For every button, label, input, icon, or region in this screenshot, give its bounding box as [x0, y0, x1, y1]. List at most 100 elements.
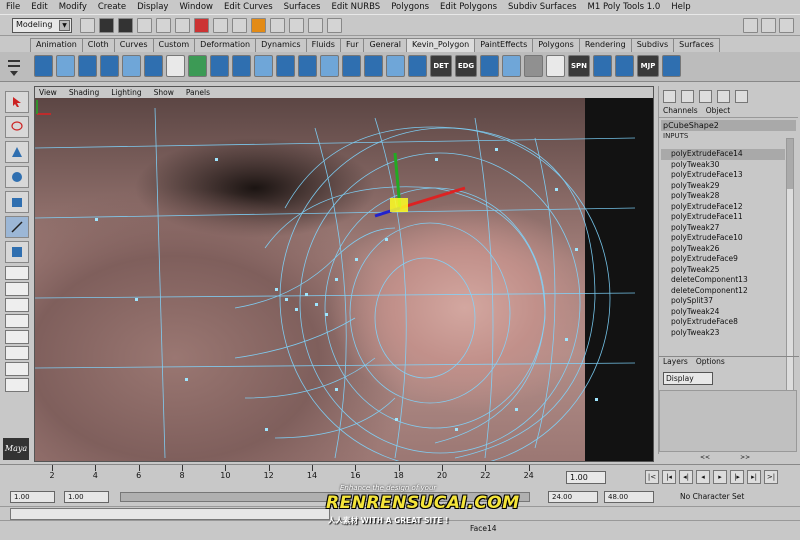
history-node-item[interactable]: polyTweak28	[661, 191, 785, 202]
history-node-item[interactable]: polyTweak27	[661, 223, 785, 234]
move-tool-icon[interactable]	[5, 141, 29, 163]
history-icon[interactable]	[270, 18, 285, 33]
shelf-tab-painteffects[interactable]: PaintEffects	[474, 38, 534, 52]
edg-shelf-button[interactable]: EDG	[455, 55, 477, 77]
lasso-tool-icon[interactable]	[5, 116, 29, 138]
merge-vertices-icon[interactable]	[188, 55, 207, 77]
average-vertices-icon[interactable]	[615, 55, 634, 77]
shelf-tab-cloth[interactable]: Cloth	[81, 38, 115, 52]
history-node-item[interactable]: polyExtrudeFace13	[661, 170, 785, 181]
shelf-tab-subdivs[interactable]: Subdivs	[630, 38, 675, 52]
shelf-tab-polygons[interactable]: Polygons	[532, 38, 580, 52]
end-time-field[interactable]: 48.00	[604, 491, 654, 503]
playback-button-6[interactable]: ▸|	[747, 470, 761, 484]
shelf-tab-fur[interactable]: Fur	[339, 38, 365, 52]
shelf-menu-icon[interactable]	[4, 57, 28, 79]
attribute-toggle-icon[interactable]	[699, 89, 712, 103]
menu-edit-nurbs[interactable]: Edit NURBS	[331, 2, 380, 12]
menu-edit-curves[interactable]: Edit Curves	[224, 2, 273, 12]
menu-create[interactable]: Create	[98, 2, 126, 12]
shelf-tab-animation[interactable]: Animation	[30, 38, 83, 52]
shelf-tab-general[interactable]: General	[363, 38, 408, 52]
layout-four-icon[interactable]	[5, 282, 29, 296]
append-polygon-icon[interactable]	[298, 55, 317, 77]
panel-menu-show[interactable]: Show	[154, 87, 174, 98]
playback-button-0[interactable]: |<	[645, 470, 659, 484]
menu-set-selector[interactable]: Modeling ▼	[12, 18, 72, 33]
smooth-icon[interactable]	[144, 55, 163, 77]
poly-plane-icon[interactable]	[34, 55, 53, 77]
shape-node-label[interactable]: pCubeShape2	[661, 120, 796, 131]
history-node-item[interactable]: polyTweak25	[661, 265, 785, 276]
extrude-edge-icon[interactable]	[100, 55, 119, 77]
history-node-item[interactable]: polyExtrudeFace9	[661, 254, 785, 265]
split-polygon-icon[interactable]	[122, 55, 141, 77]
menu-file[interactable]: File	[6, 2, 20, 12]
poke-faces-icon[interactable]	[502, 55, 521, 77]
menu-edit-polygons[interactable]: Edit Polygons	[440, 2, 497, 12]
mel-command-input[interactable]	[10, 508, 330, 520]
panel-menu-shading[interactable]: Shading	[69, 87, 99, 98]
attribute-editor-toggle-icon[interactable]	[743, 18, 758, 33]
object-menu[interactable]: Object	[706, 106, 730, 117]
history-node-item[interactable]: polyTweak30	[661, 160, 785, 171]
panel-menu-panels[interactable]: Panels	[186, 87, 210, 98]
cut-faces-icon[interactable]	[320, 55, 339, 77]
time-ruler[interactable]: 2 4 6 8 10 12 14 16 18 20 22 24	[30, 465, 560, 485]
lock-icon[interactable]	[717, 89, 730, 103]
select-by-component-icon[interactable]	[175, 18, 190, 33]
reverse-normals-icon[interactable]	[593, 55, 612, 77]
current-frame-field[interactable]: 1.00	[566, 471, 606, 484]
history-node-item[interactable]: polyExtrudeFace14	[661, 149, 785, 160]
mirror-icon[interactable]	[276, 55, 295, 77]
sculpt-tool-icon[interactable]	[524, 55, 543, 77]
shelf-tab-custom[interactable]: Custom	[152, 38, 196, 52]
scrollbar-thumb[interactable]	[787, 139, 793, 189]
playback-button-7[interactable]: >|	[764, 470, 778, 484]
panel-menu-view[interactable]: View	[39, 87, 57, 98]
collapse-icon[interactable]	[386, 55, 405, 77]
playback-button-3[interactable]: ◂	[696, 470, 710, 484]
ipr-render-icon[interactable]	[308, 18, 323, 33]
snap-to-curve-icon[interactable]	[213, 18, 228, 33]
start-time-field[interactable]: 1.00	[10, 491, 55, 503]
history-node-item[interactable]: polyTweak26	[661, 244, 785, 255]
blank-shelf-icon-2[interactable]	[546, 55, 565, 77]
collapse-left-button[interactable]: <<	[700, 454, 710, 464]
channel-box-scrollbar[interactable]	[786, 138, 794, 428]
playback-button-2[interactable]: ◂|	[679, 470, 693, 484]
select-by-object-icon[interactable]	[156, 18, 171, 33]
last-tool-icon[interactable]	[5, 241, 29, 263]
layers-menu[interactable]: Layers	[663, 357, 688, 368]
menu-help[interactable]: Help	[671, 2, 690, 12]
layer-editor-icon[interactable]	[681, 89, 694, 103]
playback-button-1[interactable]: |◂	[662, 470, 676, 484]
wedge-faces-icon[interactable]	[480, 55, 499, 77]
menu-display[interactable]: Display	[137, 2, 168, 12]
channel-box-toggle-icon[interactable]	[779, 18, 794, 33]
blank-shelf-icon[interactable]	[166, 55, 185, 77]
channels-menu[interactable]: Channels	[663, 106, 698, 117]
new-scene-icon[interactable]	[80, 18, 95, 33]
triangulate-icon[interactable]	[662, 55, 681, 77]
snap-to-point-icon[interactable]	[232, 18, 247, 33]
layout-single-icon[interactable]	[5, 266, 29, 280]
menu-polygons[interactable]: Polygons	[391, 2, 429, 12]
shelf-tab-deformation[interactable]: Deformation	[194, 38, 257, 52]
history-node-item[interactable]: polyExtrudeFace11	[661, 212, 785, 223]
history-node-item[interactable]: deleteComponent13	[661, 275, 785, 286]
shelf-tab-fluids[interactable]: Fluids	[305, 38, 341, 52]
soft-selection-icon[interactable]	[342, 55, 361, 77]
poly-cube-icon[interactable]	[56, 55, 75, 77]
scale-tool-icon[interactable]	[5, 191, 29, 213]
playback-end-field[interactable]: 24.00	[548, 491, 598, 503]
shelf-tab-dynamics[interactable]: Dynamics	[255, 38, 307, 52]
layout-persp-icon[interactable]	[5, 362, 29, 376]
extrude-face-icon[interactable]	[78, 55, 97, 77]
bevel-icon[interactable]	[254, 55, 273, 77]
options-menu[interactable]: Options	[696, 357, 725, 368]
panel-menu-lighting[interactable]: Lighting	[111, 87, 141, 98]
history-node-item[interactable]: polyExtrudeFace8	[661, 317, 785, 328]
history-node-item[interactable]: polyExtrudeFace12	[661, 202, 785, 213]
layout-graph-icon[interactable]	[5, 330, 29, 344]
